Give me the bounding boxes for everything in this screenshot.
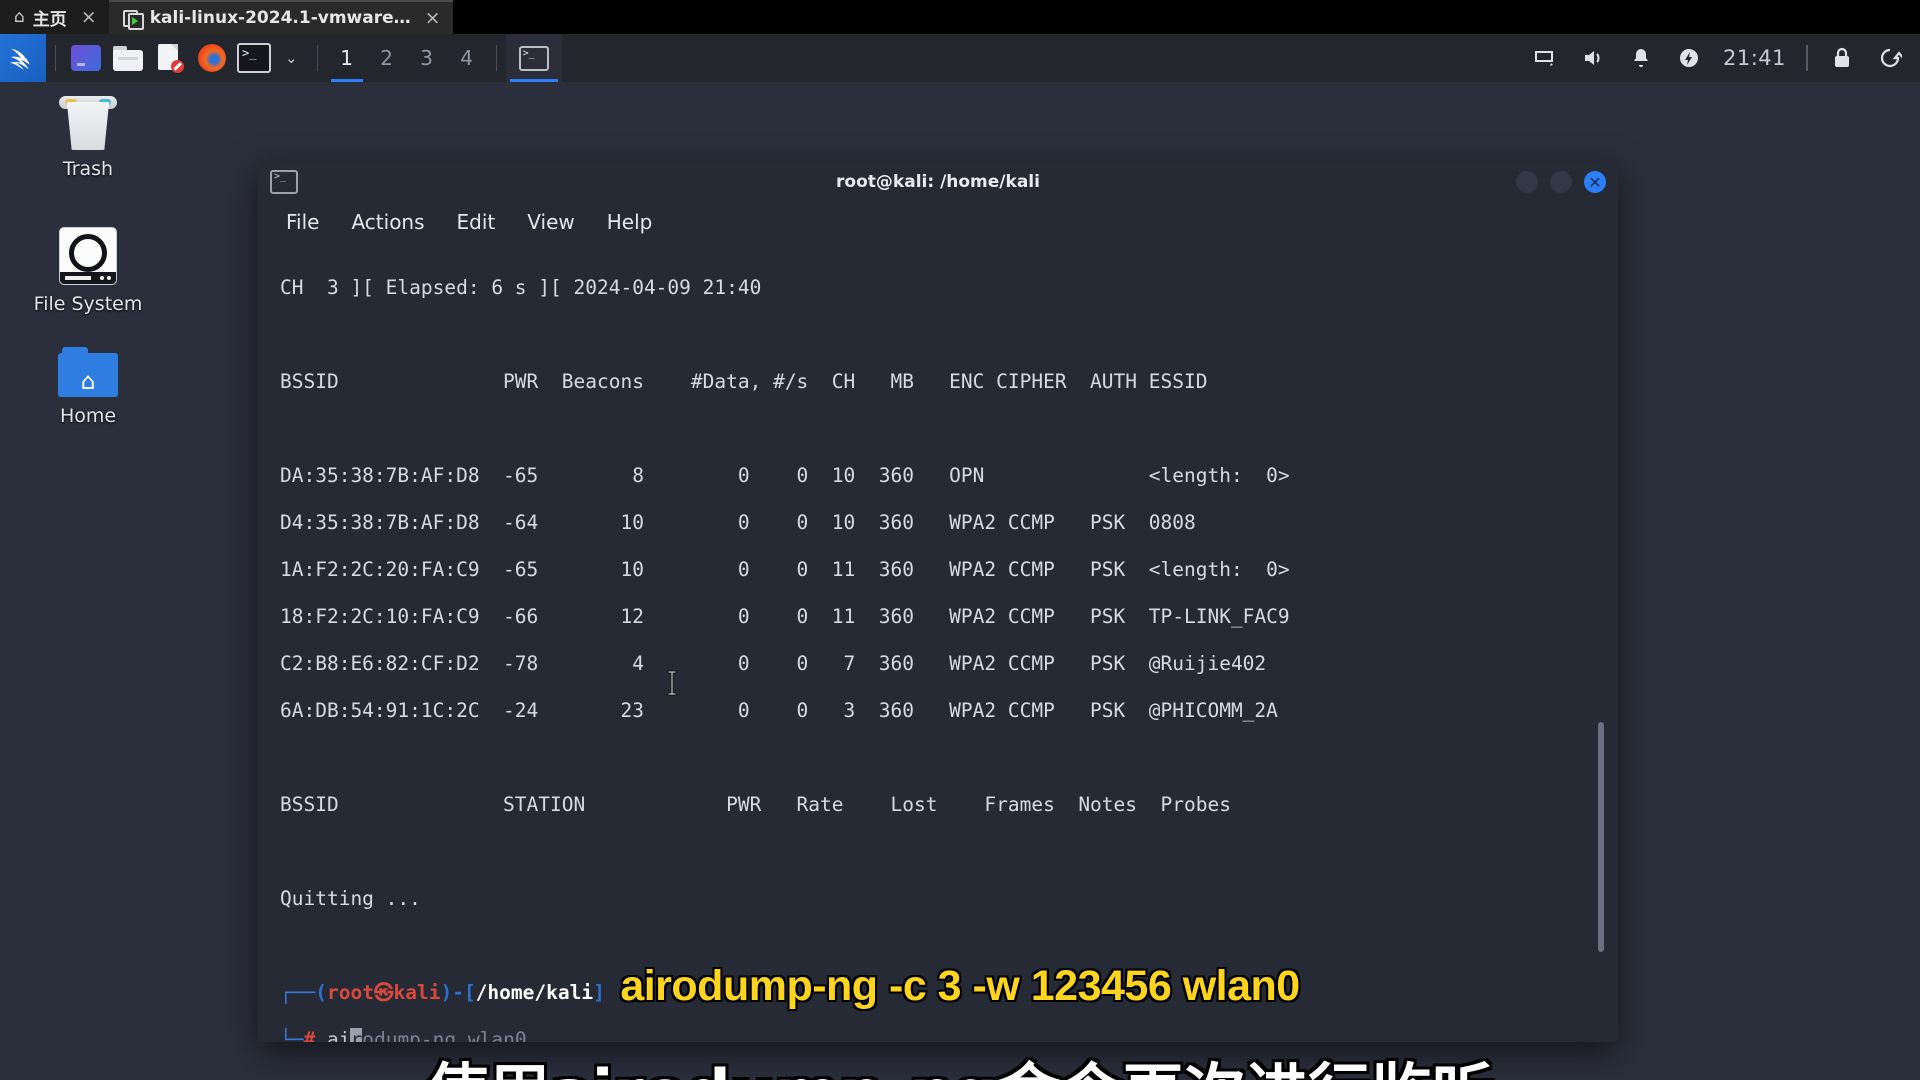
menu-file[interactable]: File <box>274 207 331 237</box>
overlay-subtitle-text: 使用airodump-ng命令再次进行监听 <box>0 1042 1920 1080</box>
ap-table-row: 6A:DB:54:91:1C:2C -24 23 0 0 3 360 WPA2 … <box>280 698 1278 722</box>
file-manager-icon[interactable] <box>107 34 149 82</box>
prompt-hash: # <box>303 1027 316 1043</box>
minimize-button[interactable] <box>1516 171 1538 193</box>
ap-table-row: 18:F2:2C:10:FA:C9 -66 12 0 0 11 360 WPA2… <box>280 604 1290 628</box>
browser-tab-strip: ⌂ 主页 × kali-linux-2024.1-vmware… × <box>0 0 1920 34</box>
shell-input-line[interactable]: └─# airodump-ng wlan0 <box>280 1027 1618 1043</box>
desktop-icon-file-system[interactable]: File System <box>18 227 158 315</box>
window-title: root@kali: /home/kali <box>836 172 1040 192</box>
top-panel: ⌄ 1 2 3 4 <box>0 34 1920 82</box>
taskbar-item-terminal[interactable] <box>505 34 562 82</box>
apps-icon[interactable] <box>65 34 107 82</box>
desktop-icon-home-label: Home <box>59 405 117 427</box>
close-icon[interactable]: × <box>425 7 441 29</box>
file-system-icon <box>59 227 117 285</box>
command-typed-text: ai <box>326 1027 351 1043</box>
vm-icon <box>122 9 144 30</box>
desktop: KALI Trash File System ⌂ Home root@kali:… <box>0 82 1920 1080</box>
system-tray: 21:41 <box>1521 34 1920 82</box>
menu-view[interactable]: View <box>515 207 586 237</box>
terminal-icon <box>270 170 298 194</box>
cursor-block: r <box>350 1027 363 1042</box>
bell-icon[interactable] <box>1617 34 1665 82</box>
ap-table-header: BSSID PWR Beacons #Data, #/s CH MB ENC C… <box>280 369 1208 393</box>
workspace-4[interactable]: 4 <box>447 34 487 82</box>
browser-tab-home[interactable]: ⌂ 主页 × <box>0 0 109 34</box>
clock[interactable]: 21:41 <box>1713 46 1796 70</box>
browser-tab-vm-label: kali-linux-2024.1-vmware… <box>149 8 411 28</box>
terminal-window: root@kali: /home/kali ✕ File Actions Edi… <box>258 162 1618 1042</box>
home-folder-icon: ⌂ <box>58 347 118 397</box>
mouse-cursor-ibeam <box>664 670 680 696</box>
panel-separator <box>55 45 56 71</box>
panel-separator-3 <box>495 45 497 71</box>
window-controls: ✕ <box>1516 171 1606 193</box>
home-icon: ⌂ <box>14 7 25 27</box>
command-suggestion: odump-ng wlan0 <box>362 1027 527 1043</box>
ap-table-row: D4:35:38:7B:AF:D8 -64 10 0 0 10 360 WPA2… <box>280 510 1196 534</box>
terminal-output[interactable]: CH 3 ][ Elapsed: 6 s ][ 2024-04-09 21:40… <box>258 242 1618 1042</box>
trash-icon <box>57 92 119 150</box>
desktop-icon-trash[interactable]: Trash <box>18 92 158 180</box>
browser-tab-home-label: 主页 <box>32 9 67 30</box>
terminal-icon[interactable] <box>233 34 275 82</box>
power-icon[interactable] <box>1665 34 1713 82</box>
menu-actions[interactable]: Actions <box>339 207 436 237</box>
close-icon[interactable]: × <box>81 6 97 28</box>
workspace-switcher: 1 2 3 4 <box>327 34 487 82</box>
logout-icon[interactable] <box>1866 34 1914 82</box>
overlay-command-text: airodump-ng -c 3 -w 123456 wlan0 <box>620 962 1300 1010</box>
window-titlebar[interactable]: root@kali: /home/kali ✕ <box>258 162 1618 202</box>
workspace-2[interactable]: 2 <box>367 34 407 82</box>
volume-icon[interactable] <box>1569 34 1617 82</box>
maximize-button[interactable] <box>1550 171 1572 193</box>
lock-icon[interactable] <box>1818 34 1866 82</box>
menubar: File Actions Edit View Help <box>258 202 1618 242</box>
ap-table-row: C2:B8:E6:82:CF:D2 -78 4 0 0 7 360 WPA2 C… <box>280 651 1267 675</box>
desktop-icon-home[interactable]: ⌂ Home <box>18 347 158 427</box>
quitting-line: Quitting ... <box>280 886 421 910</box>
panel-separator-2 <box>316 45 318 71</box>
desktop-icon-trash-label: Trash <box>62 158 114 180</box>
terminal-icon <box>518 45 549 71</box>
airodump-status-line: CH 3 ][ Elapsed: 6 s ][ 2024-04-09 21:40 <box>280 275 762 299</box>
ap-table-row: 1A:F2:2C:20:FA:C9 -65 10 0 0 11 360 WPA2… <box>280 557 1290 581</box>
menu-edit[interactable]: Edit <box>445 207 508 237</box>
prompt-tail-branch: └─ <box>280 1027 304 1043</box>
tray-separator <box>1806 45 1808 71</box>
menu-help[interactable]: Help <box>595 207 665 237</box>
workspace-3[interactable]: 3 <box>407 34 447 82</box>
chevron-down-icon[interactable]: ⌄ <box>275 49 308 67</box>
workspace-1[interactable]: 1 <box>327 34 367 82</box>
close-button[interactable]: ✕ <box>1584 171 1606 193</box>
network-icon[interactable] <box>1521 34 1569 82</box>
text-editor-icon[interactable] <box>149 34 191 82</box>
desktop-icon-file-system-label: File System <box>33 293 143 315</box>
terminal-scrollbar[interactable] <box>1598 722 1604 952</box>
station-table-header: BSSID STATION PWR Rate Lost Frames Notes… <box>280 792 1231 816</box>
firefox-icon[interactable] <box>191 34 233 82</box>
browser-tab-vm[interactable]: kali-linux-2024.1-vmware… × <box>108 0 453 34</box>
ap-table-row: DA:35:38:7B:AF:D8 -65 8 0 0 10 360 OPN <… <box>280 463 1290 487</box>
kali-menu-icon[interactable] <box>0 34 46 82</box>
